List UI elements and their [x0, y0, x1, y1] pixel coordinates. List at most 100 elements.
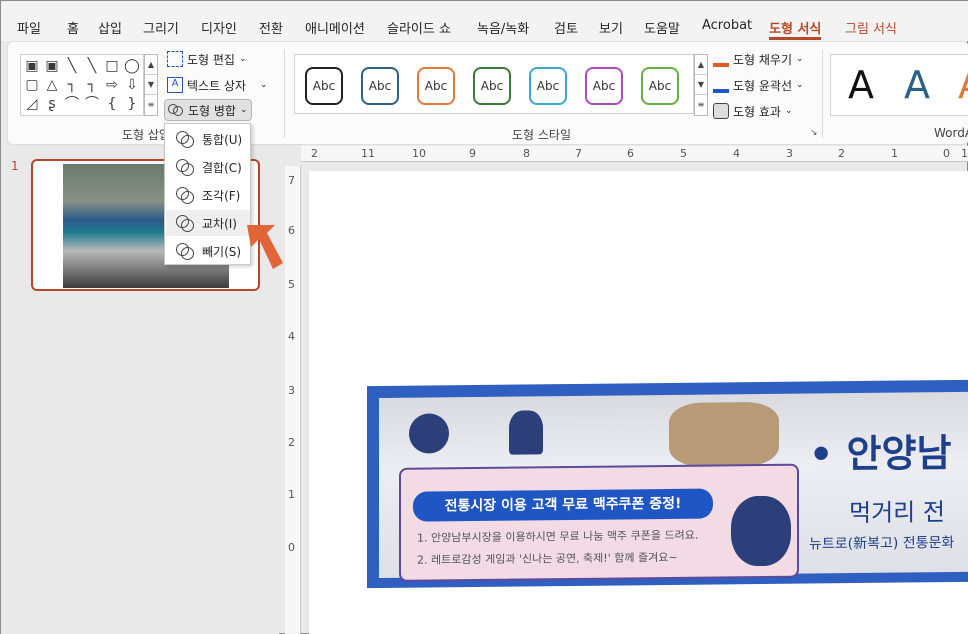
- text-box-button[interactable]: A 텍스트 상자 ⌄: [164, 74, 271, 96]
- scribble-shape-icon[interactable]: ʂ: [43, 95, 61, 113]
- tab-draw[interactable]: 그리기: [143, 18, 179, 37]
- tab-record[interactable]: 녹음/녹화: [477, 18, 529, 37]
- arc-shape-icon[interactable]: ⌒: [63, 95, 81, 113]
- ruler-label: 5: [288, 278, 295, 291]
- banner-picture[interactable]: 전통시장 이용 고객 무료 맥주쿠폰 증정! 1. 안양남부시장을 이용하시면 …: [367, 379, 968, 589]
- ruler-label: 2: [311, 147, 318, 160]
- scroll-up-icon[interactable]: ▲: [695, 55, 707, 75]
- menu-item-combine[interactable]: 결합(C): [166, 154, 250, 180]
- scroll-up-icon[interactable]: ▲: [145, 55, 157, 75]
- menu-item-label: 결합(C): [202, 160, 242, 175]
- edit-shape-button[interactable]: 도형 편집 ⌄: [164, 48, 250, 70]
- scroll-down-icon[interactable]: ▼: [695, 75, 707, 95]
- shape-effects-label: 도형 효과: [733, 104, 781, 119]
- tab-acrobat[interactable]: Acrobat: [702, 18, 752, 33]
- ruler-label: 8: [523, 147, 530, 160]
- tab-slideshow[interactable]: 슬라이드 쇼: [387, 18, 451, 37]
- tab-help[interactable]: 도움말: [644, 18, 680, 37]
- menu-item-intersect[interactable]: 교차(I): [166, 210, 250, 236]
- pen-outline-icon: [713, 77, 729, 93]
- chevron-down-icon: ⌄: [239, 105, 248, 115]
- freeform-shape-icon[interactable]: ◿: [23, 95, 41, 113]
- elbow-connector-shape-icon[interactable]: ┐: [63, 76, 81, 94]
- ruler-label: 4: [733, 147, 740, 160]
- ruler-label: 6: [288, 224, 295, 237]
- paint-bucket-icon: [713, 51, 729, 67]
- merge-shapes-icon: [168, 102, 184, 118]
- dialog-launcher-icon[interactable]: ↘: [810, 128, 818, 138]
- intersect-icon: [176, 215, 194, 232]
- tab-home[interactable]: 홈: [67, 18, 79, 37]
- merge-shapes-label: 도형 병합: [188, 103, 236, 118]
- group-divider: [822, 50, 823, 138]
- shape-style-preset[interactable]: Abc: [585, 67, 623, 105]
- shape-style-preset[interactable]: Abc: [417, 67, 455, 105]
- tab-view[interactable]: 보기: [599, 18, 623, 37]
- shape-outline-label: 도형 윤곽선: [733, 78, 793, 93]
- merge-shapes-button[interactable]: 도형 병합 ⌄: [164, 99, 252, 121]
- ruler-label: 6: [627, 147, 634, 160]
- menu-item-fragment[interactable]: 조각(F): [166, 182, 250, 208]
- shape-fill-button[interactable]: 도형 채우기 ⌄: [710, 48, 807, 70]
- menu-item-label: 빼기(S): [202, 244, 242, 259]
- vertical-ruler: 7 6 5 4 3 2 1 0: [285, 166, 301, 634]
- tab-design[interactable]: 디자인: [201, 18, 237, 37]
- shapes-gallery[interactable]: ▣ ▣ ╲ ╲ □ ◯ ▢ △ ┐ ┐ ⇨ ⇩ ◿ ʂ ⌒ ⌒ { }: [20, 54, 144, 116]
- styles-gallery-scroll[interactable]: ▲ ▼ ≡: [694, 54, 708, 116]
- shape-style-preset[interactable]: Abc: [529, 67, 567, 105]
- down-arrow-shape-icon[interactable]: ⇩: [123, 76, 141, 94]
- scroll-down-icon[interactable]: ▼: [145, 75, 157, 95]
- tab-animations[interactable]: 애니메이션: [305, 18, 365, 37]
- wordart-style-orange[interactable]: A: [947, 55, 968, 115]
- chevron-down-icon: ⌄: [784, 106, 793, 116]
- left-brace-shape-icon[interactable]: {: [103, 95, 121, 113]
- ruler-label: 5: [680, 147, 687, 160]
- shape-style-preset[interactable]: Abc: [361, 67, 399, 105]
- guitar-character-illustration: [409, 413, 449, 454]
- right-arrow-shape-icon[interactable]: ⇨: [103, 76, 121, 94]
- tab-review[interactable]: 검토: [554, 18, 578, 37]
- textbox-shape-icon[interactable]: ▣: [23, 57, 41, 75]
- line-shape-icon[interactable]: ╲: [83, 57, 101, 75]
- shape-style-preset[interactable]: Abc: [641, 67, 679, 105]
- shape-effects-button[interactable]: 도형 효과 ⌄: [710, 100, 796, 122]
- union-icon: [176, 131, 194, 148]
- more-icon[interactable]: ≡: [695, 95, 707, 115]
- vertical-textbox-shape-icon[interactable]: ▣: [43, 57, 61, 75]
- menu-item-union[interactable]: 통합(U): [166, 126, 250, 152]
- triangle-shape-icon[interactable]: △: [43, 76, 61, 94]
- insert-shapes-group-label: 도형 삽입: [122, 128, 170, 142]
- more-icon[interactable]: ≡: [145, 95, 157, 115]
- wordart-gallery[interactable]: A A A: [830, 54, 968, 116]
- shape-style-preset[interactable]: Abc: [305, 67, 343, 105]
- rounded-rectangle-shape-icon[interactable]: ▢: [23, 76, 41, 94]
- banner-subtitle: 먹거리 전: [849, 498, 945, 528]
- curve-shape-icon[interactable]: ⌒: [83, 95, 101, 113]
- text-box-icon: A: [167, 77, 183, 93]
- shape-style-preset[interactable]: Abc: [473, 67, 511, 105]
- tab-file[interactable]: 파일: [17, 18, 41, 37]
- right-brace-shape-icon[interactable]: }: [123, 95, 141, 113]
- menu-item-label: 조각(F): [202, 188, 241, 203]
- line-shape-icon[interactable]: ╲: [63, 57, 81, 75]
- menu-item-subtract[interactable]: 빼기(S): [166, 238, 250, 264]
- elbow-arrow-shape-icon[interactable]: ┐: [83, 76, 101, 94]
- menu-item-label: 통합(U): [202, 132, 243, 147]
- tab-shape-format[interactable]: 도형 서식: [769, 18, 822, 40]
- ruler-label: 4: [288, 330, 295, 343]
- ribbon-panel: ▣ ▣ ╲ ╲ □ ◯ ▢ △ ┐ ┐ ⇨ ⇩ ◿ ʂ ⌒ ⌒ { } ▲ ▼ …: [7, 41, 968, 145]
- tab-picture-format[interactable]: 그림 서식: [845, 18, 897, 37]
- horizontal-ruler: 2 11 10 9 8 7 6 5 4 3 2 1 0 1: [301, 146, 968, 162]
- slide-number: 1: [11, 159, 19, 173]
- chevron-down-icon: ⌄: [238, 54, 247, 64]
- rectangle-shape-icon[interactable]: □: [103, 57, 121, 75]
- oval-shape-icon[interactable]: ◯: [123, 57, 141, 75]
- shape-styles-gallery[interactable]: Abc Abc Abc Abc Abc Abc Abc: [294, 54, 694, 114]
- wordart-style-blue[interactable]: A: [893, 55, 941, 115]
- coupon-info-box: 전통시장 이용 고객 무료 맥주쿠폰 증정! 1. 안양남부시장을 이용하시면 …: [399, 463, 799, 582]
- tab-transitions[interactable]: 전환: [259, 18, 283, 37]
- shape-outline-button[interactable]: 도형 윤곽선 ⌄: [710, 74, 807, 96]
- wordart-style-black[interactable]: A: [837, 55, 885, 115]
- shapes-gallery-scroll[interactable]: ▲ ▼ ≡: [144, 54, 158, 116]
- tab-insert[interactable]: 삽입: [98, 18, 122, 37]
